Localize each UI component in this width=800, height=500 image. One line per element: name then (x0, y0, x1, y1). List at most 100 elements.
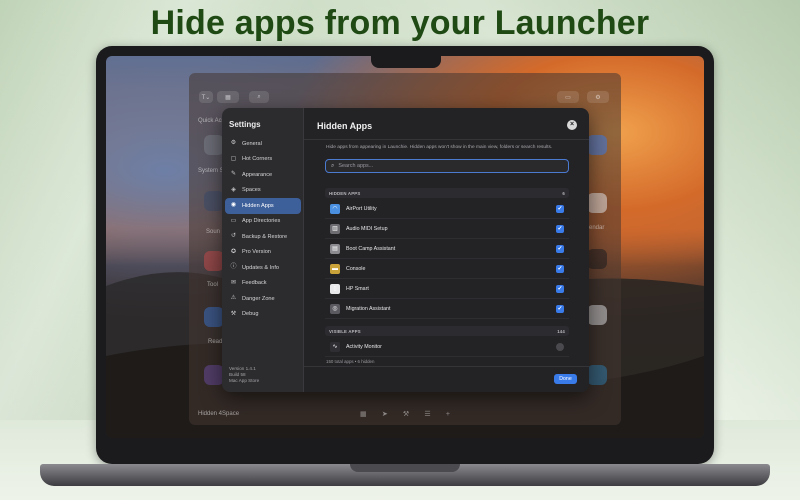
hidden-checkbox-unchecked[interactable]: ✓ (556, 342, 564, 351)
section-label: HIDDEN APPS (329, 190, 361, 196)
app-row[interactable]: ∿ Activity Monitor ✓ (325, 337, 569, 357)
sidebar-item-hot-corners[interactable]: ▢ Hot Corners (225, 152, 301, 168)
tools-icon: ⚒ (402, 411, 410, 418)
bg-app-icon (587, 135, 607, 155)
bg-app-label: Tool (207, 282, 219, 288)
sidebar-item-label: Hot Corners (242, 156, 273, 163)
camera-notch (371, 56, 441, 68)
console-icon: ▬ (330, 263, 340, 274)
sidebar-item-label: Danger Zone (242, 295, 275, 302)
hidden-checkbox-checked[interactable]: ✓ (556, 224, 564, 233)
envelope-icon: ✉ (230, 279, 237, 286)
sidebar-title: Settings (229, 120, 261, 129)
app-row[interactable]: ▬ Console ✓ (325, 259, 569, 279)
app-row[interactable]: ◠ AirPort Utility ✓ (325, 199, 569, 219)
search-input[interactable] (338, 163, 539, 169)
activity-monitor-icon: ∿ (330, 341, 340, 352)
app-row[interactable]: ▤ Boot Camp Assistant ✓ (325, 239, 569, 259)
star-icon: ✪ (230, 248, 237, 255)
bg-app-label: endar (589, 225, 605, 231)
section-label: VISIBLE APPS (329, 328, 361, 334)
panel-title: Hidden Apps (317, 121, 373, 131)
section-count: 6 (562, 190, 565, 196)
sidebar-item-label: Hidden Apps (242, 202, 274, 209)
app-name: AirPort Utility (346, 205, 377, 212)
midi-icon: ▥ (330, 223, 340, 234)
bg-app-icon (204, 251, 224, 271)
app-name: Audio MIDI Setup (346, 225, 388, 232)
sidebar-list: ⚙ General ▢ Hot Corners ✎ Appearance ◈ Spaces ◉ H… (225, 136, 301, 322)
visible-apps-header: VISIBLE APPS 144 (325, 326, 569, 336)
restore-icon: ↺ (230, 233, 237, 240)
wifi-icon: ◠ (330, 203, 340, 214)
sidebar-item-label: App Directories (242, 218, 281, 225)
app-name: Console (346, 265, 366, 272)
send-icon: ➤ (381, 411, 388, 418)
bootcamp-icon: ▤ (330, 243, 340, 254)
sidebar-item-label: Spaces (242, 187, 261, 194)
section-count: 144 (557, 328, 565, 334)
divider (304, 139, 589, 140)
sidebar-item-debug[interactable]: ⚒ Debug (225, 307, 301, 323)
sidebar-item-spaces[interactable]: ◈ Spaces (225, 183, 301, 199)
sidebar-item-label: Appearance (242, 171, 273, 178)
search-icon: ⌕ (249, 91, 269, 103)
app-name: Activity Monitor (346, 343, 382, 350)
sidebar-item-updates-info[interactable]: ⓘ Updates & Info (225, 260, 301, 276)
list-icon: ☰ (424, 411, 431, 418)
hidden-checkbox-checked[interactable]: ✓ (556, 264, 564, 273)
sidebar-item-feedback[interactable]: ✉ Feedback (225, 276, 301, 292)
sidebar-item-hidden-apps[interactable]: ◉ Hidden Apps (225, 198, 301, 214)
sidebar-item-label: Pro Version (242, 249, 271, 256)
window-icon: ▭ (557, 91, 579, 103)
done-button[interactable]: Done (554, 374, 577, 384)
app-name: Boot Camp Assistant (346, 245, 396, 252)
sidebar-item-general[interactable]: ⚙ General (225, 136, 301, 152)
divider (304, 366, 589, 367)
search-icon: ⌕ (331, 162, 335, 169)
stack-icon: ◈ (231, 186, 236, 193)
sidebar-item-app-directories[interactable]: ▭ App Directories (225, 214, 301, 230)
version-info: Version 1.4.1 Build 58 Mac App Store (229, 366, 259, 384)
bg-app-icon (587, 365, 607, 385)
bg-app-icon (204, 191, 224, 211)
plus-icon: + (445, 410, 450, 418)
sidebar-item-backup-restore[interactable]: ↺ Backup & Restore (225, 229, 301, 245)
sidebar-item-appearance[interactable]: ✎ Appearance (225, 167, 301, 183)
hidden-apps-panel: Hidden Apps × Hide apps from appearing i… (304, 108, 589, 392)
promo-headline: Hide apps from your Launcher (150, 4, 650, 42)
hidden-checkbox-checked[interactable]: ✓ (556, 204, 564, 213)
gear-icon: ⚙ (230, 140, 237, 147)
sidebar-item-label: General (242, 140, 262, 147)
calendar-icon (587, 193, 607, 213)
app-row[interactable]: ◎ Migration Assistant ✓ (325, 299, 569, 319)
hidden-checkbox-checked[interactable]: ✓ (556, 284, 564, 293)
hidden-checkbox-checked[interactable]: ✓ (556, 304, 564, 313)
launcher-toolbar-chip: T⌄ (199, 91, 213, 103)
sidebar-item-pro-version[interactable]: ✪ Pro Version (225, 245, 301, 261)
panel-description: Hide apps from appearing in Launchie. Hi… (326, 145, 553, 150)
folder-icon: ▭ (230, 217, 237, 224)
bg-app-label: Soun (206, 229, 221, 235)
apps-summary: 150 total apps • 6 hidden (326, 359, 375, 364)
hidden-checkbox-checked[interactable]: ✓ (556, 244, 564, 253)
bg-app-icon (204, 365, 224, 385)
app-row[interactable]: ▥ Audio MIDI Setup ✓ (325, 219, 569, 239)
grid-icon: ▦ (360, 411, 367, 418)
settings-window: Settings ⚙ General ▢ Hot Corners ✎ Appearance… (222, 108, 589, 392)
bg-app-icon (204, 135, 224, 155)
app-row[interactable]: ▯ HP Smart ✓ (325, 279, 569, 299)
sidebar-item-danger-zone[interactable]: ⚠ Danger Zone (225, 291, 301, 307)
bg-app-icon (587, 305, 607, 325)
bg-footer-label: Hidden 4Space (198, 411, 240, 417)
settings-icon: ⚙ (587, 91, 609, 103)
bg-app-label: System S (198, 168, 224, 174)
app-name: HP Smart (346, 285, 369, 292)
app-name: Migration Assistant (346, 305, 391, 312)
migration-icon: ◎ (330, 303, 340, 314)
sidebar-item-label: Updates & Info (242, 264, 280, 271)
corners-icon: ▢ (230, 155, 237, 162)
store-line: Mac App Store (229, 378, 260, 383)
close-button[interactable]: × (567, 120, 577, 130)
search-field[interactable]: ⌕ (325, 159, 569, 173)
